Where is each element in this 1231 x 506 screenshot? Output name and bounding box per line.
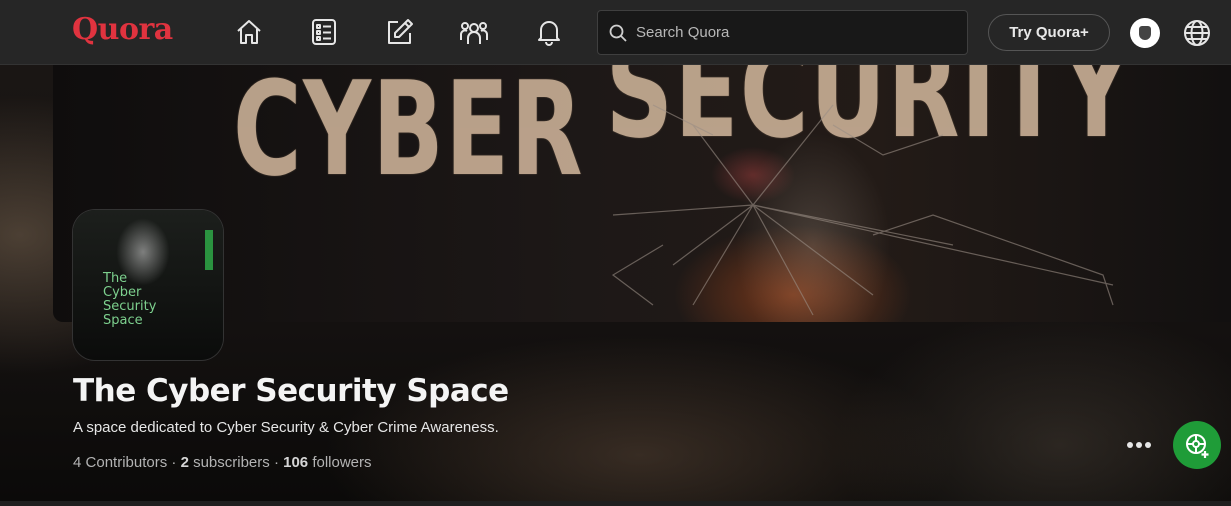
- search-input[interactable]: [634, 23, 958, 42]
- space-description: A space dedicated to Cyber Security & Cy…: [73, 419, 499, 436]
- avatar-emblem-icon: [1139, 26, 1151, 40]
- answer-icon[interactable]: [382, 15, 416, 49]
- follow-space-icon: [1186, 434, 1209, 458]
- search-icon: [609, 24, 627, 42]
- space-stats: 4 Contributors · 2 subscribers · 106 fol…: [73, 454, 372, 471]
- ellipsis-icon: [1127, 442, 1151, 448]
- following-icon[interactable]: [307, 15, 341, 49]
- try-quora-plus-button[interactable]: Try Quora+: [988, 14, 1110, 51]
- more-options-button[interactable]: [1117, 423, 1161, 467]
- followers-count[interactable]: 106 followers: [283, 454, 371, 471]
- divider: [0, 501, 1231, 506]
- cracked-glass-graphic: [611, 104, 1114, 316]
- home-icon[interactable]: [232, 15, 266, 49]
- space-icon-text: The Cyber Security Space: [103, 271, 157, 328]
- top-navigation-bar: Quora Search Quora Try Quora+: [0, 0, 1231, 65]
- quora-logo[interactable]: Quora: [72, 12, 173, 47]
- search-bar[interactable]: [597, 10, 968, 55]
- globe-icon[interactable]: [1181, 17, 1213, 49]
- cover-image: CYBER SECURITY: [53, 65, 1231, 322]
- notifications-icon[interactable]: [532, 15, 566, 49]
- subscribers-count[interactable]: 2 subscribers: [181, 454, 270, 471]
- avatar[interactable]: [1130, 18, 1160, 48]
- contributors-link[interactable]: 4 Contributors: [73, 454, 167, 471]
- follow-space-button[interactable]: [1173, 421, 1221, 469]
- space-title: The Cyber Security Space: [73, 373, 509, 409]
- space-icon[interactable]: The Cyber Security Space: [73, 210, 223, 360]
- icon-decoration: [205, 230, 213, 270]
- spaces-icon[interactable]: [457, 15, 491, 49]
